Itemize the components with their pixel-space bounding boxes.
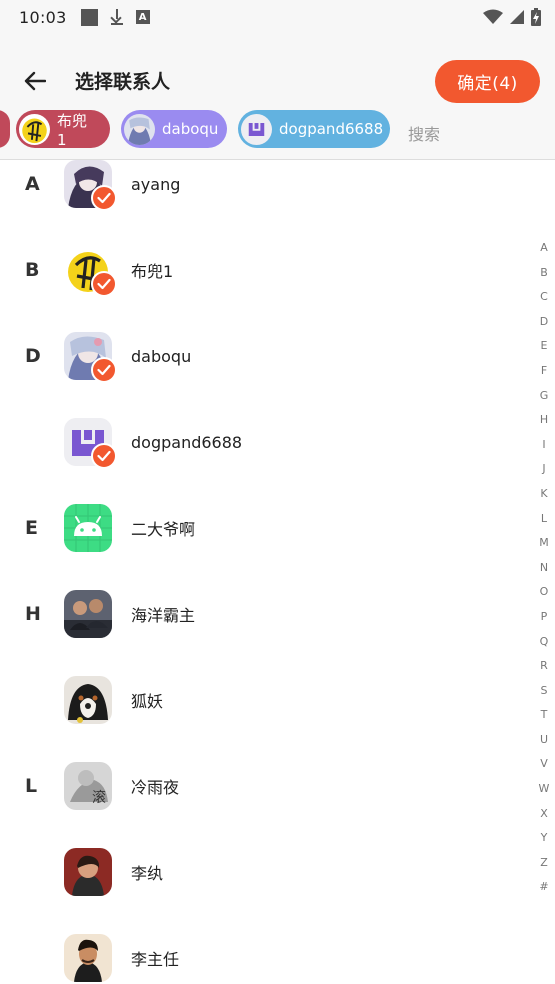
selected-chip[interactable]: 布兜1 <box>16 110 110 149</box>
index-letter[interactable]: Y <box>532 826 555 851</box>
download-icon <box>110 9 124 25</box>
notification-icons: A <box>80 8 150 26</box>
index-letter[interactable]: A <box>532 236 555 261</box>
contact-name: 李主任 <box>131 950 180 969</box>
system-icons <box>483 8 541 26</box>
chip-label: dogpand6688 <box>279 120 384 138</box>
avatar: 滚 <box>64 762 112 810</box>
back-button[interactable] <box>20 66 50 96</box>
contact-name: daboqu <box>131 346 192 366</box>
contact-row[interactable]: A ayang <box>0 160 520 227</box>
contact-name: 海洋霸主 <box>131 606 196 625</box>
index-letter[interactable]: W <box>532 777 555 802</box>
index-letter[interactable]: G <box>532 384 555 409</box>
contact-row[interactable]: E 二大爷啊 <box>0 485 520 571</box>
index-letter[interactable]: U <box>532 728 555 753</box>
contact-row[interactable]: H 海洋霸主 <box>0 571 520 657</box>
index-letter[interactable]: P <box>532 605 555 630</box>
index-letter[interactable]: B <box>532 261 555 286</box>
selected-check-icon[interactable] <box>91 357 117 383</box>
index-letter[interactable]: S <box>532 679 555 704</box>
index-letter[interactable]: L <box>532 507 555 532</box>
section-letter: E <box>25 517 38 539</box>
section-letter: D <box>25 345 41 367</box>
search-input[interactable]: 搜索 <box>408 121 440 145</box>
section-letter: L <box>25 775 38 797</box>
selected-contacts-bar: 布兜1 daboqu dogpand6688 搜索 <box>0 106 555 160</box>
index-letter[interactable]: O <box>532 580 555 605</box>
status-bar: 10:03 A <box>0 0 555 34</box>
index-letter[interactable]: M <box>532 531 555 556</box>
section-letter: A <box>25 173 40 195</box>
contact-name: dogpand6688 <box>131 432 243 452</box>
contact-name: ayang <box>131 174 181 194</box>
index-letter[interactable]: C <box>532 285 555 310</box>
index-letter[interactable]: Q <box>532 630 555 655</box>
index-letter[interactable]: X <box>532 802 555 827</box>
index-letter[interactable]: E <box>532 334 555 359</box>
index-letter[interactable]: H <box>532 408 555 433</box>
selected-check-icon[interactable] <box>91 185 117 211</box>
index-letter[interactable]: K <box>532 482 555 507</box>
wifi-icon <box>483 9 503 24</box>
contact-name: 狐妖 <box>131 692 164 711</box>
alphabet-index-bar[interactable]: A B C D E F G H I J K L M N O P Q R S T U V W X Y Z # <box>532 236 555 900</box>
index-letter[interactable]: N <box>532 556 555 581</box>
status-time: 10:03 <box>19 7 67 27</box>
signal-icon <box>510 10 524 24</box>
selected-check-icon[interactable] <box>91 443 117 469</box>
contact-name: 二大爷啊 <box>131 520 196 539</box>
section-letter: H <box>25 603 41 625</box>
battery-charging-icon <box>531 8 541 26</box>
avatar <box>64 676 112 724</box>
avatar <box>64 848 112 896</box>
index-letter[interactable]: T <box>532 703 555 728</box>
index-letter[interactable]: D <box>532 310 555 335</box>
chip-avatar <box>241 113 272 145</box>
index-letter[interactable]: # <box>532 875 555 900</box>
square-notification-icon <box>80 8 98 26</box>
index-letter[interactable]: J <box>532 457 555 482</box>
index-letter[interactable]: Z <box>532 851 555 876</box>
section-letter: B <box>25 259 40 281</box>
android-avatar <box>64 504 112 552</box>
chip-label: 布兜1 <box>57 111 88 149</box>
chip-avatar <box>124 113 155 145</box>
selected-chip[interactable]: daboqu <box>121 110 227 148</box>
chip-label: daboqu <box>162 120 219 138</box>
contact-row[interactable]: 李主任 <box>0 915 520 984</box>
a-notification-icon: A <box>135 10 150 24</box>
page-title: 选择联系人 <box>75 71 171 93</box>
contact-name: 冷雨夜 <box>131 778 180 797</box>
contact-row[interactable]: dogpand6688 <box>0 399 520 485</box>
contact-row[interactable]: B 布兜1 <box>0 227 520 313</box>
contact-name: 布兜1 <box>131 262 174 281</box>
selected-chip-partial[interactable] <box>0 110 10 148</box>
contact-list[interactable]: A ayang B 布兜1 D daboqu dogpand6688 E 二大爷… <box>0 160 555 984</box>
index-letter[interactable]: F <box>532 359 555 384</box>
selected-chip[interactable]: dogpand6688 <box>238 110 390 148</box>
avatar <box>64 934 112 982</box>
contact-name: 李纨 <box>131 864 164 883</box>
contact-row[interactable]: L 滚 冷雨夜 <box>0 743 520 829</box>
contact-row[interactable]: 狐妖 <box>0 657 520 743</box>
arrow-left-icon <box>24 71 46 91</box>
avatar <box>64 590 112 638</box>
index-letter[interactable]: R <box>532 654 555 679</box>
index-letter[interactable]: V <box>532 752 555 777</box>
avatar-overlay-text: 滚 <box>92 789 106 806</box>
index-letter[interactable]: I <box>532 433 555 458</box>
chip-avatar <box>19 113 50 145</box>
confirm-button[interactable]: 确定(4) <box>435 60 540 103</box>
contact-row[interactable]: D daboqu <box>0 313 520 399</box>
selected-check-icon[interactable] <box>91 271 117 297</box>
contact-row[interactable]: 李纨 <box>0 829 520 915</box>
